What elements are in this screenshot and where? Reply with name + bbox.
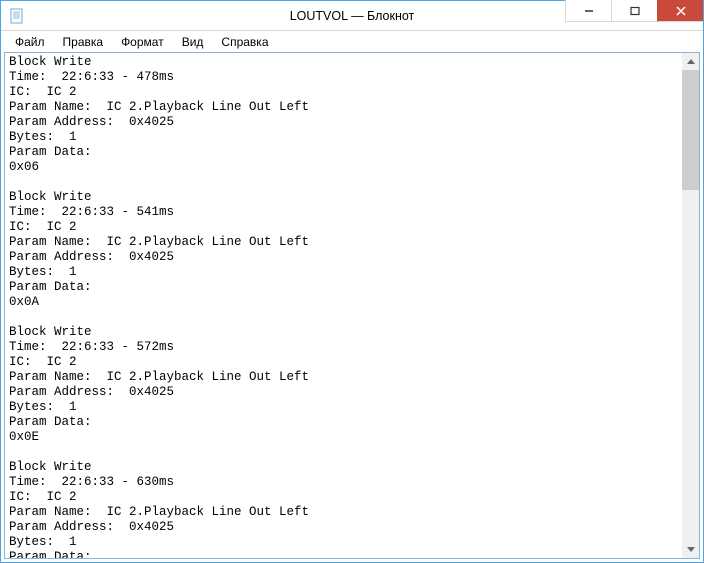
minimize-button[interactable] [565,0,611,22]
menu-edit[interactable]: Правка [55,33,112,51]
maximize-button[interactable] [611,0,657,22]
app-icon [9,8,25,24]
menu-help[interactable]: Справка [213,33,276,51]
window-controls [565,1,703,30]
scroll-up-arrow-icon[interactable] [682,53,699,70]
close-button[interactable] [657,0,703,22]
menubar: Файл Правка Формат Вид Справка [1,31,703,53]
text-content[interactable]: Block Write Time: 22:6:33 - 478ms IC: IC… [5,53,682,558]
menu-view[interactable]: Вид [174,33,212,51]
editor-container: Block Write Time: 22:6:33 - 478ms IC: IC… [4,52,700,559]
scroll-down-arrow-icon[interactable] [682,541,699,558]
menu-file[interactable]: Файл [7,33,53,51]
scroll-thumb[interactable] [682,70,699,190]
titlebar: LOUTVOL — Блокнот [1,1,703,31]
menu-format[interactable]: Формат [113,33,172,51]
scroll-track[interactable] [682,70,699,541]
vertical-scrollbar[interactable] [682,53,699,558]
window-title: LOUTVOL — Блокнот [290,9,415,23]
